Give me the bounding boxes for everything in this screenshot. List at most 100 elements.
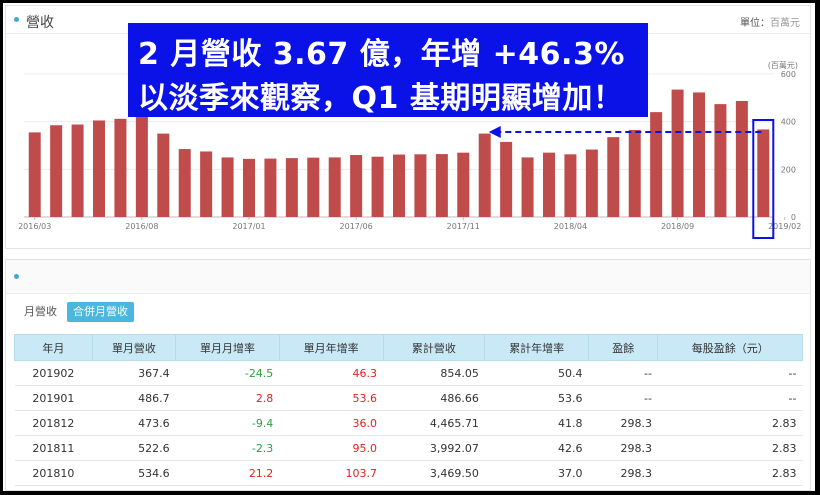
headline-banner: 2 月營收 3.67 億，年增 +46.3% 以淡季來觀察，Q1 基期明顯增加！ xyxy=(128,23,648,117)
header-year-month[interactable]: 年月 xyxy=(14,334,93,361)
bar xyxy=(71,124,84,217)
bar xyxy=(607,137,620,217)
table-cell: -- xyxy=(588,385,658,411)
bar xyxy=(714,104,727,217)
screenshot-frame: 營收 單位：百萬元 0 200 400 600 (百萬元) 2016/03 2016/08 2… xyxy=(3,3,815,491)
monthly-revenue-panel: 月營收 合併月營收 年月 單月營收 單月月增率 單月年增率 累計營收 累計年增率 … xyxy=(5,259,811,491)
bar xyxy=(28,132,41,217)
bar xyxy=(93,120,105,217)
table-cell: 298.3 xyxy=(588,435,658,461)
bar xyxy=(521,157,534,217)
bar xyxy=(543,152,555,217)
table-cell: 534.6 xyxy=(92,460,176,486)
bar xyxy=(350,155,363,217)
table-row: 201902 367.4 -24.5 46.3 854.05 50.4 -- -- xyxy=(14,360,803,386)
bar xyxy=(693,92,705,217)
bar xyxy=(650,112,663,217)
x-tick-label: 2017/06 xyxy=(340,222,373,231)
table-cell: 854.05 xyxy=(383,360,485,386)
bar xyxy=(243,158,255,217)
table-cell: 53.6 xyxy=(484,385,589,411)
monthly-panel-header xyxy=(6,260,810,294)
y-tick-label: 200 xyxy=(781,165,796,174)
table-cell: -- xyxy=(657,360,803,386)
bar xyxy=(628,130,641,217)
table-cell: 2.8 xyxy=(175,385,280,411)
table-cell: 201812 xyxy=(14,410,93,436)
table-cell: 298.3 xyxy=(588,460,658,486)
table-cell: 2.83 xyxy=(657,410,803,436)
table-cell: 103.7 xyxy=(279,460,384,486)
bar xyxy=(457,152,470,217)
table-cell: 41.8 xyxy=(484,410,589,436)
table-cell: -- xyxy=(657,385,803,411)
table-cell: 42.6 xyxy=(484,435,589,461)
bar xyxy=(285,158,298,217)
bar xyxy=(478,133,491,217)
bar xyxy=(435,154,448,217)
table-body: 201902 367.4 -24.5 46.3 854.05 50.4 -- -- 201901… xyxy=(14,360,803,486)
banner-line-1: 2 月營收 3.67 億，年增 +46.3% xyxy=(138,37,625,72)
table-row: 201810 534.6 21.2 103.7 3,469.50 37.0 298.3 2.8… xyxy=(14,460,803,486)
bar xyxy=(135,116,148,217)
x-tick-label: 2018/04 xyxy=(554,222,587,231)
bar xyxy=(114,118,127,217)
bar xyxy=(735,101,748,217)
revenue-table: 年月 單月營收 單月月增率 單月年增率 累計營收 累計年增率 盈餘 每股盈餘（元… xyxy=(14,334,803,486)
bar xyxy=(307,157,320,217)
bar xyxy=(157,133,170,217)
table-cell: 201810 xyxy=(14,460,93,486)
y-tick-label: 0 xyxy=(791,213,796,222)
table-cell: 3,992.07 xyxy=(383,435,485,461)
table-cell: 367.4 xyxy=(92,360,176,386)
bar xyxy=(585,149,598,217)
bar xyxy=(500,141,513,217)
bar xyxy=(200,151,213,217)
bar xyxy=(221,157,234,217)
table-cell: 37.0 xyxy=(484,460,589,486)
header-cumulative[interactable]: 累計營收 xyxy=(382,334,486,361)
table-row: 201811 522.6 -2.3 95.0 3,992.07 42.6 298.3 2.83 xyxy=(14,435,803,461)
table-cell: 201811 xyxy=(14,435,93,461)
bar xyxy=(414,154,427,217)
table-cell: 201901 xyxy=(14,385,93,411)
table-cell: 21.2 xyxy=(175,460,280,486)
tab-monthly-revenue[interactable]: 月營收 xyxy=(18,302,63,322)
table-cell: 46.3 xyxy=(279,360,384,386)
y-tick-label: 600 xyxy=(781,70,796,79)
table-cell: -9.4 xyxy=(175,410,280,436)
header-eps[interactable]: 每股盈餘（元） xyxy=(657,334,803,361)
header-yoy[interactable]: 單月年增率 xyxy=(278,334,384,361)
table-cell: 201902 xyxy=(14,360,93,386)
table-cell: 3,469.50 xyxy=(383,460,485,486)
bar xyxy=(178,149,191,217)
table-cell: -24.5 xyxy=(175,360,280,386)
bar xyxy=(757,129,770,217)
table-cell: -- xyxy=(588,360,658,386)
table-cell: 53.6 xyxy=(279,385,384,411)
table-cell: 36.0 xyxy=(279,410,384,436)
bar xyxy=(264,158,277,217)
y-tick-label: 400 xyxy=(781,118,796,127)
header-cumulative-yoy[interactable]: 累計年增率 xyxy=(484,334,590,361)
revenue-tabs: 月營收 合併月營收 xyxy=(18,302,134,322)
table-cell: 2.83 xyxy=(657,435,803,461)
bar xyxy=(371,156,384,217)
bar xyxy=(564,154,577,217)
table-cell: 4,465.71 xyxy=(383,410,485,436)
tab-consolidated-revenue[interactable]: 合併月營收 xyxy=(67,302,134,322)
table-row: 201901 486.7 2.8 53.6 486.66 53.6 -- -- xyxy=(14,385,803,411)
x-tick-label: 2018/09 xyxy=(661,222,694,231)
header-earnings[interactable]: 盈餘 xyxy=(588,334,659,361)
bar xyxy=(393,154,405,217)
header-monthly-revenue[interactable]: 單月營收 xyxy=(91,334,177,361)
y-axis-label: (百萬元) xyxy=(768,60,798,70)
table-cell: 50.4 xyxy=(484,360,589,386)
x-tick-label: 2017/11 xyxy=(447,222,480,231)
table-cell: 486.66 xyxy=(383,385,485,411)
bullet-icon xyxy=(14,274,19,279)
banner-line-2: 以淡季來觀察，Q1 基期明顯增加！ xyxy=(138,81,624,116)
table-cell: 298.3 xyxy=(588,410,658,436)
header-mom[interactable]: 單月月增率 xyxy=(175,334,280,361)
table-cell: 473.6 xyxy=(92,410,176,436)
